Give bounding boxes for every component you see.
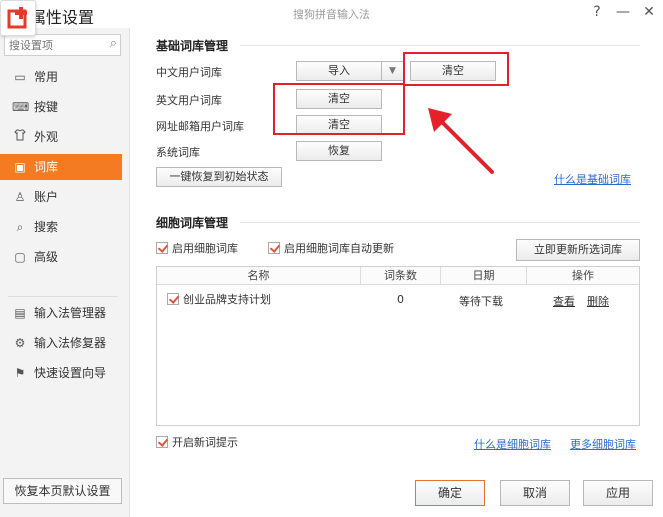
sidebar-item-appearance[interactable]: 外观 bbox=[0, 124, 122, 150]
sidebar-item-keys[interactable]: ⌨ 按键 bbox=[0, 94, 122, 120]
system-lexicon-label: 系统词库 bbox=[156, 146, 200, 159]
column-header-name[interactable]: 名称 bbox=[157, 267, 361, 285]
one-key-restore-button[interactable]: 一键恢复到初始状态 bbox=[156, 167, 282, 187]
what-is-cell-lexicon-link[interactable]: 什么是细胞词库 bbox=[474, 436, 551, 452]
checkbox-checked-icon[interactable] bbox=[156, 242, 168, 254]
en-user-lexicon-label: 英文用户词库 bbox=[156, 94, 222, 107]
email-user-lexicon-label: 网址邮箱用户词库 bbox=[156, 120, 244, 133]
update-selected-button[interactable]: 立即更新所选词库 bbox=[516, 239, 640, 261]
more-cell-lexicon-link[interactable]: 更多细胞词库 bbox=[570, 436, 636, 452]
checkbox-label: 启用细胞词库 bbox=[172, 242, 238, 255]
section-divider bbox=[240, 45, 640, 46]
view-link[interactable]: 查看 bbox=[553, 293, 575, 309]
minimize-button[interactable]: — bbox=[612, 1, 634, 23]
cell-section-title: 细胞词库管理 bbox=[156, 216, 229, 230]
cell-lexicon-table: 名称 词条数 日期 操作 创业品牌支持计划 0 等待下载 查看 删除 bbox=[156, 266, 640, 426]
lexicon-count: 0 bbox=[397, 293, 404, 306]
sidebar-item-common[interactable]: ▭ 常用 bbox=[0, 64, 122, 90]
checkbox-label: 启用细胞词库自动更新 bbox=[284, 242, 394, 255]
advanced-icon: ▢ bbox=[14, 250, 26, 264]
highlight-box bbox=[403, 52, 509, 86]
sidebar: ⌕ ▭ 常用 ⌨ 按键 外观 ▣ 词库 ♙ 账户 ⌕ 搜索 ▢ 高级 ▤ 输入法管理器 ⚙ 输入… bbox=[0, 28, 130, 517]
sidebar-item-ime-manager[interactable]: ▤ 输入法管理器 bbox=[0, 300, 122, 326]
table-header: 名称 词条数 日期 操作 bbox=[157, 267, 639, 285]
flag-icon: ⚑ bbox=[14, 366, 26, 380]
ok-button[interactable]: 确定 bbox=[415, 480, 485, 506]
sidebar-item-label: 输入法修复器 bbox=[34, 336, 107, 350]
restore-button[interactable]: 恢复 bbox=[296, 141, 382, 161]
section-divider bbox=[240, 222, 640, 223]
new-word-hint-checkbox[interactable]: 开启新词提示 bbox=[156, 436, 238, 450]
sidebar-item-ime-repair[interactable]: ⚙ 输入法修复器 bbox=[0, 330, 122, 356]
book-icon: ▣ bbox=[14, 160, 26, 174]
sidebar-item-label: 常用 bbox=[34, 70, 59, 84]
monitor-icon: ▭ bbox=[14, 70, 26, 84]
import-button[interactable]: 导入 bbox=[296, 61, 382, 81]
delete-link[interactable]: 删除 bbox=[587, 293, 609, 309]
sidebar-item-label: 搜索 bbox=[34, 220, 59, 234]
auto-update-checkbox[interactable]: 启用细胞词库自动更新 bbox=[268, 242, 394, 256]
enable-cell-lexicon-checkbox[interactable]: 启用细胞词库 bbox=[156, 242, 238, 256]
column-header-count[interactable]: 词条数 bbox=[361, 267, 441, 285]
sidebar-item-label: 输入法管理器 bbox=[34, 306, 107, 320]
sidebar-item-search[interactable]: ⌕ 搜索 bbox=[0, 214, 122, 240]
sidebar-divider bbox=[8, 296, 118, 297]
app-name: 搜狗拼音输入法 bbox=[293, 8, 370, 21]
column-header-date[interactable]: 日期 bbox=[441, 267, 527, 285]
help-button[interactable]: ? bbox=[586, 1, 608, 23]
dialog-footer: 确定 取消 应用 bbox=[131, 468, 663, 517]
shirt-icon bbox=[12, 124, 28, 150]
sidebar-item-lexicon[interactable]: ▣ 词库 bbox=[0, 154, 122, 180]
what-is-basic-lexicon-link[interactable]: 什么是基础词库 bbox=[554, 171, 631, 187]
lexicon-name: 创业品牌支持计划 bbox=[183, 293, 271, 306]
title-bar: 属性设置 搜狗拼音输入法 ? — ✕ bbox=[0, 0, 663, 28]
cn-user-lexicon-label: 中文用户词库 bbox=[156, 66, 222, 79]
sidebar-item-advanced[interactable]: ▢ 高级 bbox=[0, 244, 122, 270]
repair-icon: ⚙ bbox=[14, 336, 26, 350]
checkbox-label: 开启新词提示 bbox=[172, 436, 238, 449]
checkbox-checked-icon[interactable] bbox=[156, 436, 168, 448]
row-checkbox[interactable]: 创业品牌支持计划 bbox=[167, 293, 271, 307]
sidebar-item-label: 快速设置向导 bbox=[34, 366, 107, 380]
search-icon: ⌕ bbox=[16, 220, 24, 234]
manager-icon: ▤ bbox=[14, 306, 26, 320]
magnifier-icon[interactable]: ⌕ bbox=[110, 36, 117, 51]
lexicon-date: 等待下载 bbox=[459, 295, 503, 308]
logo-plus-icon bbox=[7, 7, 27, 29]
sidebar-item-account[interactable]: ♙ 账户 bbox=[0, 184, 122, 210]
import-dropdown-arrow[interactable]: ▼ bbox=[382, 61, 404, 81]
checkbox-checked-icon[interactable] bbox=[167, 293, 179, 305]
reset-defaults-button[interactable]: 恢复本页默认设置 bbox=[3, 478, 122, 504]
basic-section-title: 基础词库管理 bbox=[156, 39, 229, 53]
column-header-actions: 操作 bbox=[572, 269, 594, 282]
annotation-arrow-icon bbox=[428, 108, 494, 174]
search-input[interactable] bbox=[5, 35, 100, 55]
user-icon: ♙ bbox=[14, 190, 26, 204]
sidebar-item-quick-wizard[interactable]: ⚑ 快速设置向导 bbox=[0, 360, 122, 386]
sidebar-item-label: 按键 bbox=[34, 100, 59, 114]
settings-search[interactable]: ⌕ bbox=[4, 34, 121, 56]
apply-button[interactable]: 应用 bbox=[583, 480, 653, 506]
logo-icon bbox=[0, 0, 36, 36]
keyboard-icon: ⌨ bbox=[12, 100, 30, 114]
cancel-button[interactable]: 取消 bbox=[500, 480, 570, 506]
sidebar-item-label: 账户 bbox=[34, 190, 59, 204]
close-button[interactable]: ✕ bbox=[638, 1, 660, 23]
sidebar-item-label: 外观 bbox=[34, 130, 59, 144]
checkbox-checked-icon[interactable] bbox=[268, 242, 280, 254]
highlight-box bbox=[273, 83, 405, 135]
sidebar-item-label: 高级 bbox=[34, 250, 59, 264]
sidebar-item-label: 词库 bbox=[34, 160, 59, 174]
